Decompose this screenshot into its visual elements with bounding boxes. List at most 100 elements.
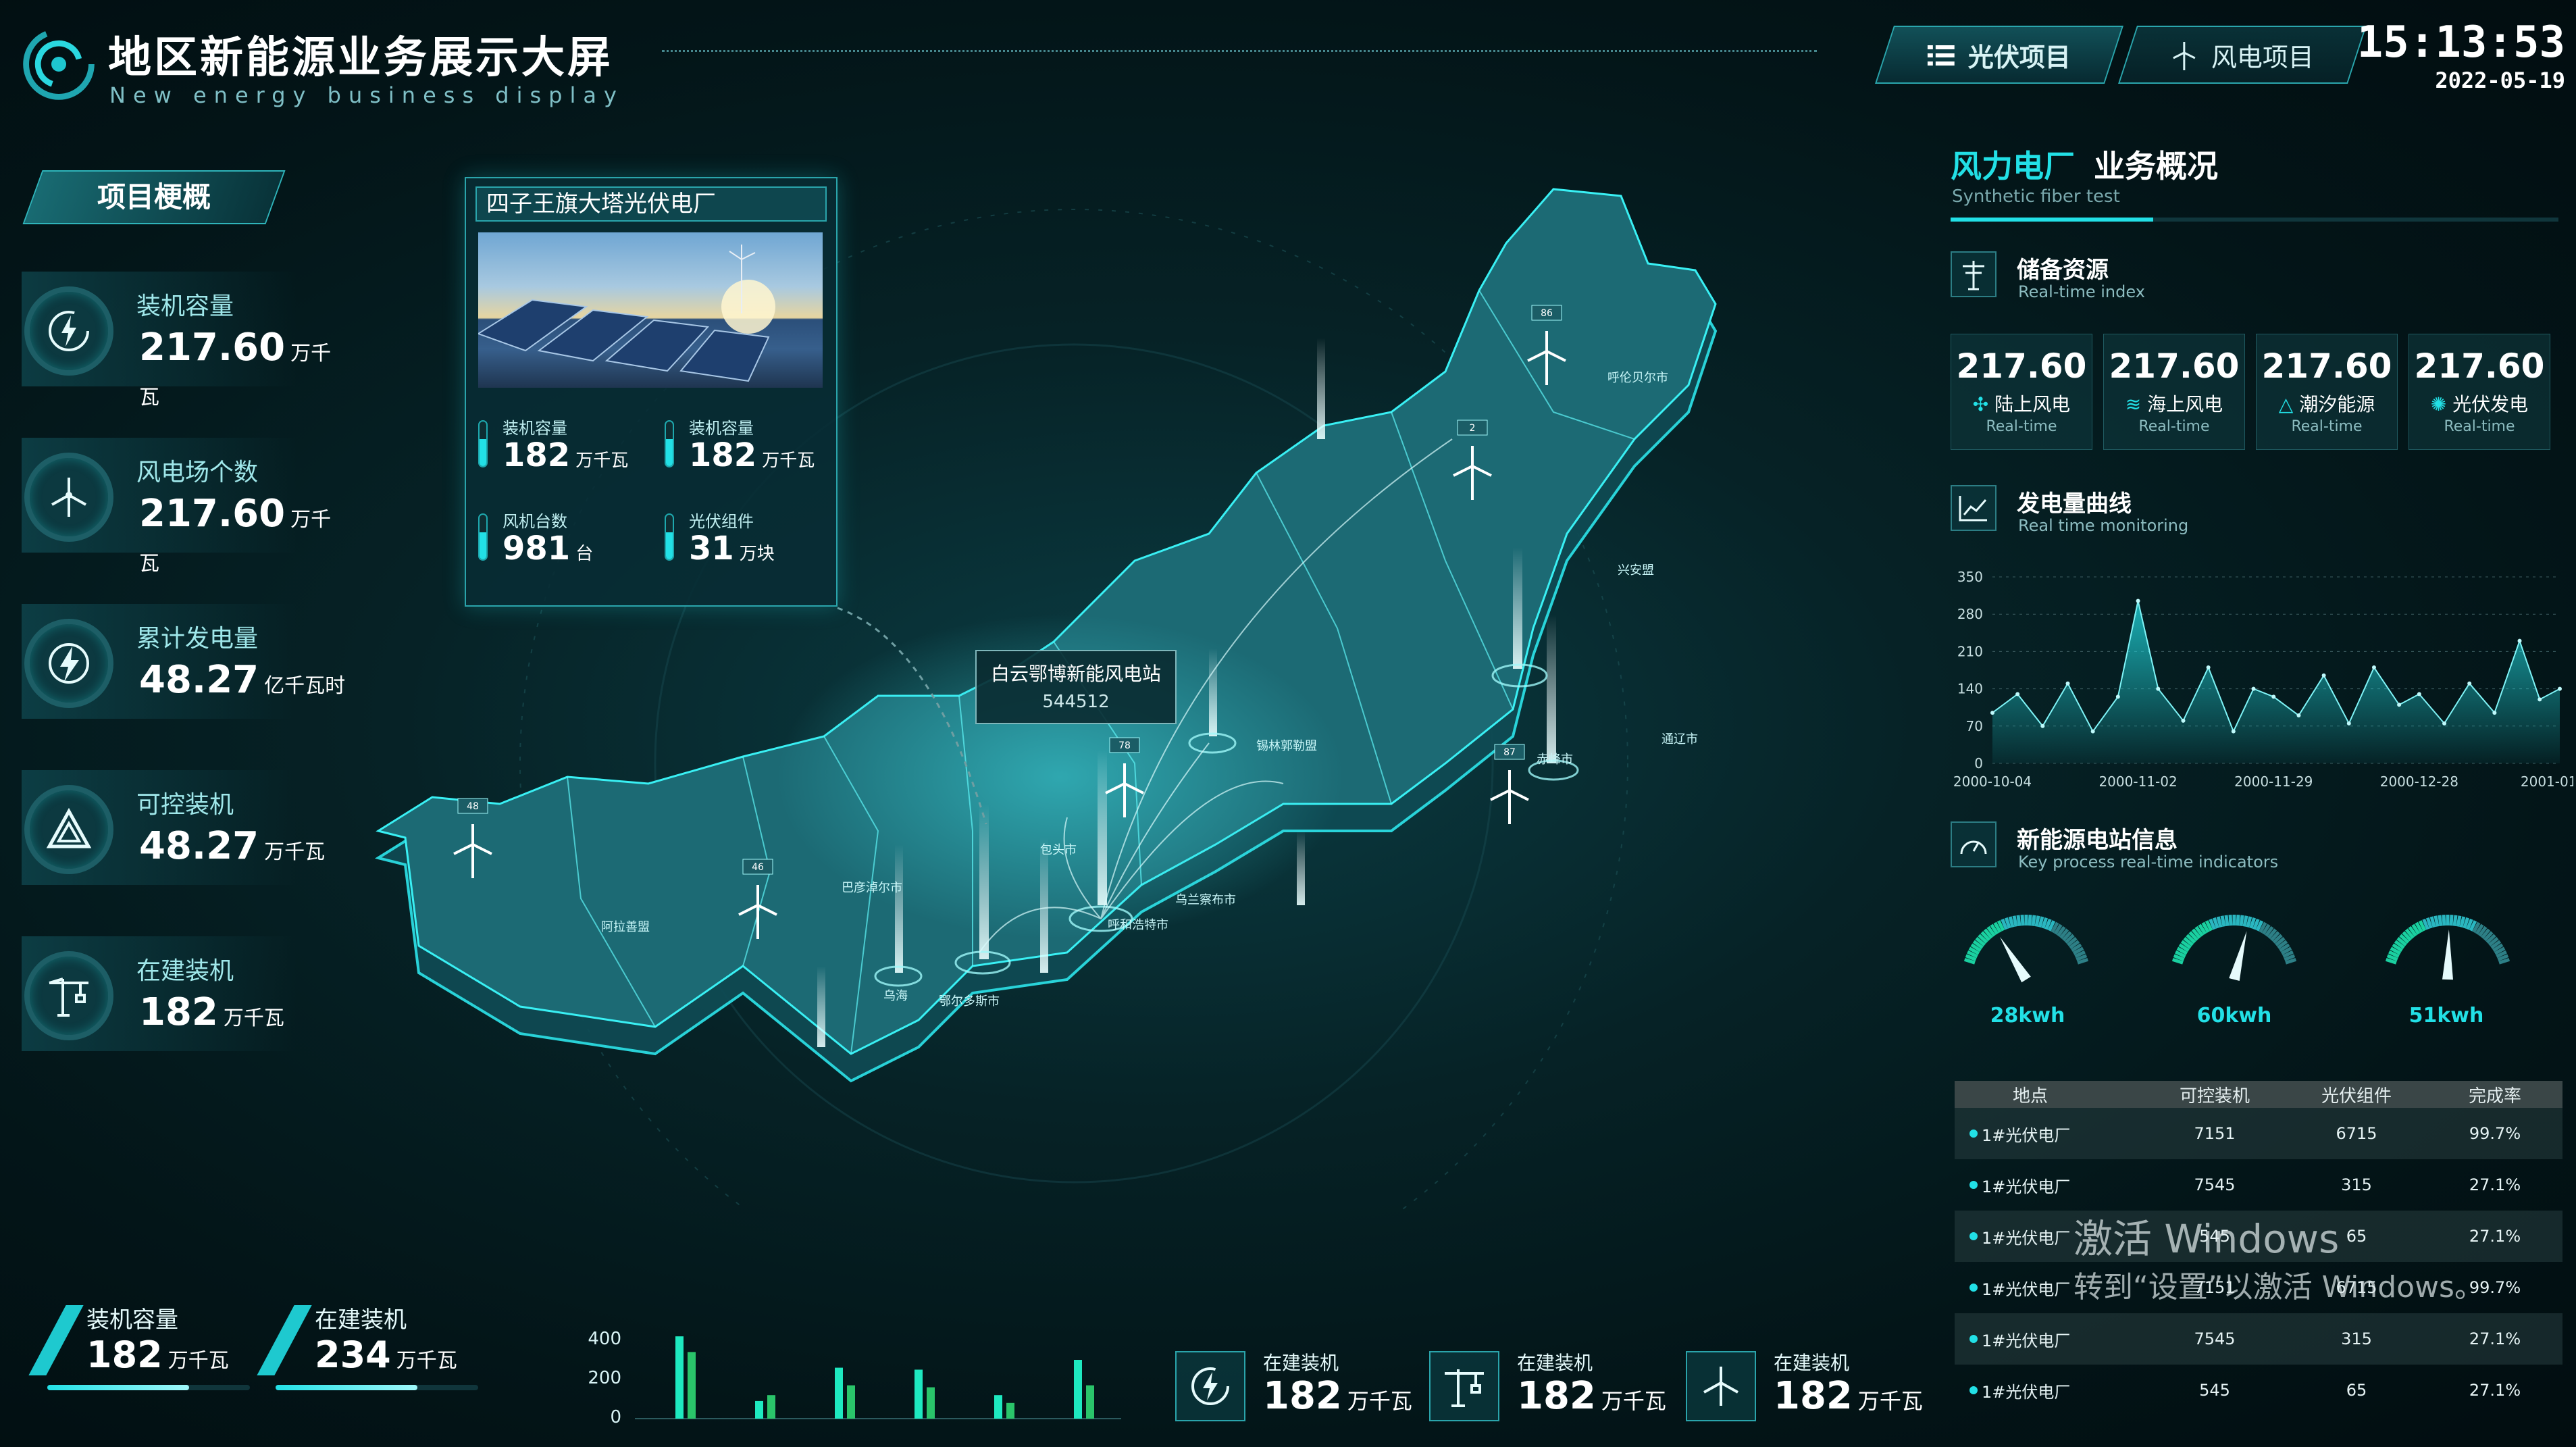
table-cell: 7545	[2194, 1175, 2236, 1194]
gauge-tick	[2031, 915, 2036, 926]
region-label: 鄂尔多斯市	[939, 994, 1000, 1009]
x-tick-label: 2000-11-29	[2234, 773, 2313, 790]
section-subtitle: Real-time index	[2018, 282, 2145, 301]
metric-label: 光伏组件	[689, 512, 754, 531]
windows-activation-watermark: 激活 Windows 转到“设置”以激活 Windows。	[2073, 1215, 2484, 1312]
metric-number: 31	[689, 530, 734, 567]
section-title: 新能源电站信息	[2017, 827, 2178, 854]
gauge-tick	[2246, 916, 2252, 928]
data-point	[2251, 686, 2256, 691]
section-subtitle: Real time monitoring	[2018, 516, 2189, 535]
y-tick-label: 140	[1957, 681, 1983, 697]
marker-tag: 78	[1118, 740, 1131, 751]
reserve-label: 光伏发电	[2452, 393, 2529, 415]
bar	[994, 1395, 1002, 1419]
project-popup[interactable]: 四子王旗大塔光伏电厂 装机容量 182 万千瓦 装机容量 182 万千瓦 风机台数 …	[465, 177, 838, 607]
card-unit: 万千瓦	[1347, 1388, 1412, 1414]
reserve-card-offshore-wind: 217.60 ≋ 海上风电 Real-time	[2103, 334, 2245, 450]
card-label: 在建装机	[1517, 1352, 1593, 1374]
header-divider	[662, 50, 1817, 52]
bottom-stat-label: 在建装机	[315, 1306, 407, 1334]
table-row[interactable]: 1#光伏电厂 7545 315 27.1%	[1955, 1159, 2562, 1211]
reserve-value: 217.60	[2414, 347, 2545, 386]
bar	[675, 1336, 684, 1419]
card-unit: 万千瓦	[1601, 1388, 1666, 1414]
table-row[interactable]: 1#光伏电厂 7545 315 27.1%	[1955, 1313, 2562, 1365]
tab-pv-projects-label: 光伏项目	[1967, 42, 2071, 72]
table-cell: 1#光伏电厂	[1982, 1177, 2071, 1196]
wind-turbine-icon	[1686, 1351, 1756, 1421]
gauge-icon	[1951, 821, 1997, 867]
gauge-tick	[2020, 915, 2025, 926]
tab-wind-projects[interactable]: 风电项目	[2118, 26, 2367, 84]
clock-time: 15:13:53	[2356, 18, 2565, 68]
wind-turbine-icon	[2173, 41, 2196, 70]
clock: 15:13:53 2022-05-19	[2357, 18, 2565, 93]
table-cell: 7151	[2194, 1124, 2236, 1143]
stat-value: 48.27 万千瓦	[139, 824, 325, 868]
reserve-sub: Real-time	[2138, 418, 2210, 435]
tab-pv-projects[interactable]: 光伏项目	[1875, 26, 2123, 84]
reserve-card-onshore-wind: 217.60 ✣ 陆上风电 Real-time	[1951, 334, 2092, 450]
table-row[interactable]: 1#光伏电厂 545 65 27.1%	[1955, 1365, 2562, 1416]
wind-turbine-marker[interactable]	[1490, 770, 1529, 824]
region-label: 呼伦贝尔市	[1607, 371, 1668, 385]
reserve-value: 217.60	[2109, 347, 2240, 386]
table-header: 地点 可控装机 光伏组件 完成率	[1955, 1081, 2562, 1108]
section-subtitle: Key process real-time indicators	[2018, 853, 2279, 871]
gauge-tick	[2239, 915, 2244, 926]
y-tick-label: 210	[1957, 643, 1983, 659]
lightning-icon	[24, 286, 113, 376]
card-value: 182 万千瓦	[1517, 1374, 1666, 1418]
tab-wind-projects-label: 风电项目	[2211, 42, 2314, 72]
wave-icon: ≋	[2125, 393, 2142, 415]
bottom-stat-unit: 万千瓦	[168, 1349, 229, 1373]
accent-slash	[28, 1305, 84, 1375]
gauge-tick	[2008, 916, 2015, 928]
card-number: 182	[1517, 1374, 1596, 1418]
bottom-stat-number: 182	[86, 1334, 163, 1376]
section-title-label: 项目梗概	[97, 180, 211, 213]
stat-value: 217.60 万千瓦	[139, 492, 346, 580]
gauge-tick	[2438, 915, 2443, 926]
metric-number: 182	[689, 436, 757, 474]
section-title: 发电量曲线	[2017, 490, 2132, 517]
bottom-card-construction: 在建装机 182 万千瓦	[1429, 1348, 1672, 1429]
x-tick-label: 2000-10-04	[1953, 773, 2032, 790]
stat-number: 182	[139, 990, 218, 1034]
stat-number: 217.60	[139, 326, 286, 370]
crane-icon	[1429, 1351, 1499, 1421]
x-tick-label: 2001-01-25	[2521, 773, 2573, 790]
reserve-card-tidal: 217.60 △ 潮汐能源 Real-time	[2256, 334, 2398, 450]
stat-wind-farm-count: 风电场个数 217.60 万千瓦	[22, 438, 346, 576]
data-point	[2065, 681, 2070, 686]
data-point	[2538, 697, 2542, 702]
clock-date: 2022-05-19	[2435, 68, 2565, 93]
gauge-needle	[2442, 930, 2453, 980]
data-point	[2467, 681, 2472, 686]
marker-tag: 87	[1503, 747, 1516, 758]
gauge-tick	[2038, 916, 2044, 928]
stat-label: 在建装机	[136, 957, 234, 985]
gauge-tick	[2220, 915, 2226, 927]
stat-value: 182 万千瓦	[139, 990, 284, 1034]
y-tick-label: 200	[588, 1368, 621, 1388]
card-number: 182	[1263, 1374, 1342, 1418]
title-underline	[1951, 218, 2558, 222]
marker-tag: 48	[467, 801, 479, 812]
progress-bar	[47, 1385, 250, 1390]
bar	[847, 1385, 855, 1419]
station-callout[interactable]: 白云鄂博新能风电站 544512	[975, 650, 1177, 724]
table-row[interactable]: 1#光伏电厂 7151 6715 99.7%	[1955, 1108, 2562, 1159]
data-point	[2558, 686, 2562, 691]
region-label: 赤峰市	[1537, 753, 1573, 767]
stat-controllable-capacity: 可控装机 48.27 万千瓦	[22, 770, 346, 885]
table-cell: 1#光伏电厂	[1982, 1279, 2071, 1299]
metric-label: 装机容量	[689, 419, 754, 438]
card-label: 在建装机	[1263, 1352, 1339, 1374]
stat-unit: 万千瓦	[264, 840, 326, 864]
right-panel-title: 风力电厂 业务概况	[1951, 142, 2218, 186]
y-tick-label: 70	[1966, 718, 1983, 734]
line-chart-icon	[1951, 485, 1997, 531]
marker-tag: 2	[1470, 423, 1476, 434]
